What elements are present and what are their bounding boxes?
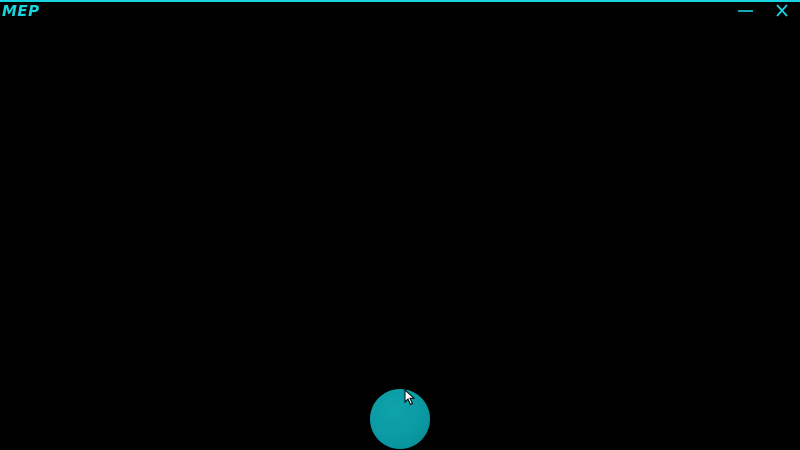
floating-orb-button[interactable] — [370, 389, 430, 449]
minimize-button[interactable] — [733, 2, 759, 20]
window-top-border — [0, 0, 800, 2]
minimize-icon — [738, 10, 753, 12]
close-button[interactable] — [769, 2, 795, 20]
close-icon — [776, 4, 788, 17]
app-title: MEP — [2, 2, 40, 20]
app-window: MEP — [0, 0, 800, 450]
